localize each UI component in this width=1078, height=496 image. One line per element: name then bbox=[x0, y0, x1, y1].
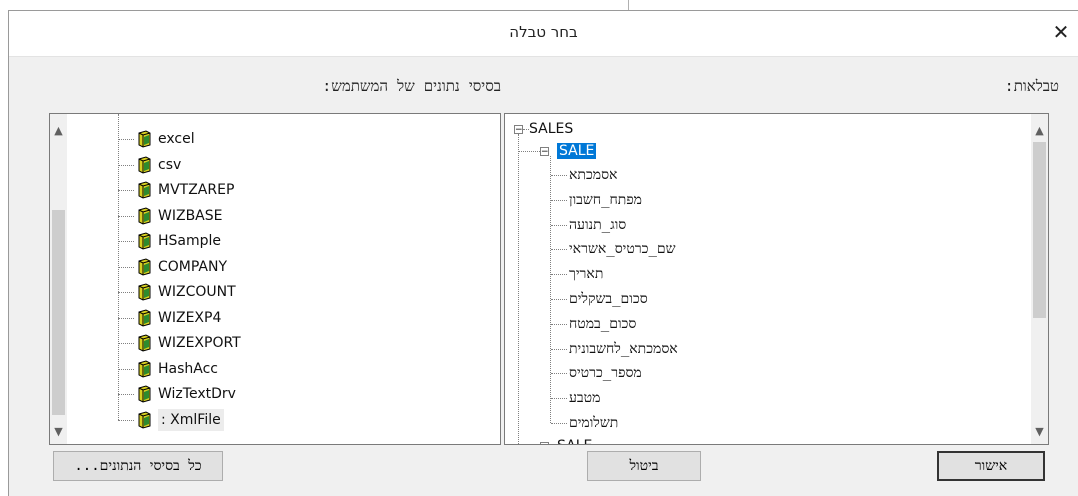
field-item[interactable]: מספר_כרטיס bbox=[569, 362, 642, 384]
database-icon bbox=[136, 308, 152, 327]
tree-connector bbox=[551, 274, 567, 276]
expand-icon[interactable] bbox=[540, 442, 549, 444]
select-table-dialog: בחר טבלה ✕ בסיסי נתונים של המשתמש: טבלאו… bbox=[8, 10, 1078, 496]
field-item[interactable]: אסמכתא_לחשבונית bbox=[569, 338, 678, 360]
dialog-title: בחר טבלה bbox=[509, 23, 578, 41]
selected-table[interactable]: SALE bbox=[557, 143, 597, 159]
tree-connector bbox=[551, 323, 567, 325]
field-item[interactable]: שם_כרטיס_אשראי bbox=[569, 238, 676, 260]
database-item[interactable]: : XmlFile bbox=[158, 408, 224, 431]
tables-scrollbar[interactable]: ▲ ▼ bbox=[1031, 114, 1048, 444]
all-databases-button[interactable]: כל בסיסי הנתונים... bbox=[53, 451, 223, 481]
tree-connector bbox=[551, 249, 567, 251]
field-item[interactable]: אסמכתא bbox=[569, 164, 617, 186]
database-item[interactable]: MVTZAREP bbox=[158, 179, 234, 201]
field-item[interactable]: מטבע bbox=[569, 387, 600, 409]
scroll-up-icon[interactable]: ▲ bbox=[1031, 122, 1048, 139]
databases-list[interactable]: ▲ ▼ excel csv MVTZAREP WIZBASE HSample COMPAN… bbox=[49, 113, 501, 445]
tree-table-next[interactable]: SALE bbox=[557, 435, 592, 444]
field-item[interactable]: סכום_בשקלים bbox=[569, 288, 648, 310]
databases-scrollbar[interactable]: ▲ ▼ bbox=[50, 114, 67, 444]
database-item[interactable]: excel bbox=[158, 128, 195, 150]
field-item[interactable]: סכום_במטח bbox=[569, 313, 636, 335]
database-icon bbox=[136, 257, 152, 276]
collapse-icon[interactable]: − bbox=[514, 125, 523, 135]
database-icon bbox=[136, 206, 152, 225]
database-item[interactable]: HSample bbox=[158, 230, 221, 252]
tree-connector bbox=[519, 151, 540, 152]
database-icon bbox=[136, 334, 152, 352]
database-item[interactable]: HashAcc bbox=[158, 358, 218, 380]
scroll-thumb[interactable] bbox=[52, 210, 65, 415]
tree-connector bbox=[551, 224, 567, 226]
database-item[interactable]: WIZEXPORT bbox=[158, 332, 241, 354]
tree-connector bbox=[551, 373, 567, 375]
scroll-thumb[interactable] bbox=[1033, 142, 1046, 318]
database-item[interactable]: COMPANY bbox=[158, 256, 227, 278]
database-icon bbox=[136, 410, 152, 429]
title-bar: בחר טבלה ✕ bbox=[9, 11, 1078, 57]
user-databases-label: בסיסי נתונים של המשתמש: bbox=[322, 77, 501, 95]
field-item[interactable]: תשלומים bbox=[569, 412, 618, 434]
database-icon bbox=[136, 283, 152, 301]
database-icon bbox=[136, 130, 152, 148]
tables-label: טבלאות: bbox=[1004, 77, 1059, 95]
database-icon bbox=[136, 359, 152, 378]
scroll-down-icon[interactable]: ▼ bbox=[1031, 423, 1048, 440]
tree-connector bbox=[551, 199, 567, 201]
tables-tree[interactable]: ▲ ▼ − SALES − SALE אסמכתא מפתח_חשבון סוג_תנועה… bbox=[504, 113, 1049, 445]
database-icon bbox=[136, 385, 152, 403]
collapse-icon[interactable]: − bbox=[540, 147, 549, 157]
tree-connector bbox=[550, 156, 551, 423]
ok-button[interactable]: אישור bbox=[937, 451, 1045, 481]
database-icon bbox=[136, 181, 152, 199]
database-icon bbox=[136, 155, 152, 174]
tree-connector bbox=[518, 134, 519, 444]
tree-connector bbox=[551, 175, 567, 176]
cancel-button[interactable]: ביטול bbox=[587, 451, 701, 481]
database-item[interactable]: WizTextDrv bbox=[158, 383, 236, 405]
tree-connector bbox=[551, 299, 567, 300]
close-icon[interactable]: ✕ bbox=[1048, 19, 1074, 45]
tree-table-sale[interactable]: SALE bbox=[557, 140, 597, 162]
tree-connector bbox=[551, 423, 567, 424]
database-item[interactable]: csv bbox=[158, 154, 181, 176]
scroll-up-icon[interactable]: ▲ bbox=[50, 122, 67, 139]
database-icon bbox=[136, 232, 152, 250]
tree-connector bbox=[551, 348, 567, 350]
field-item[interactable]: סוג_תנועה bbox=[569, 214, 626, 236]
tree-connector bbox=[551, 398, 567, 400]
database-item[interactable]: WIZEXP4 bbox=[158, 307, 221, 329]
background-strip bbox=[0, 0, 1078, 10]
database-item[interactable]: WIZBASE bbox=[158, 205, 222, 227]
field-item[interactable]: מפתח_חשבון bbox=[569, 189, 642, 211]
field-item[interactable]: תאריך bbox=[569, 263, 603, 285]
scroll-down-icon[interactable]: ▼ bbox=[50, 423, 67, 440]
database-item[interactable]: WIZCOUNT bbox=[158, 281, 236, 303]
tree-root-sales[interactable]: SALES bbox=[529, 118, 573, 140]
